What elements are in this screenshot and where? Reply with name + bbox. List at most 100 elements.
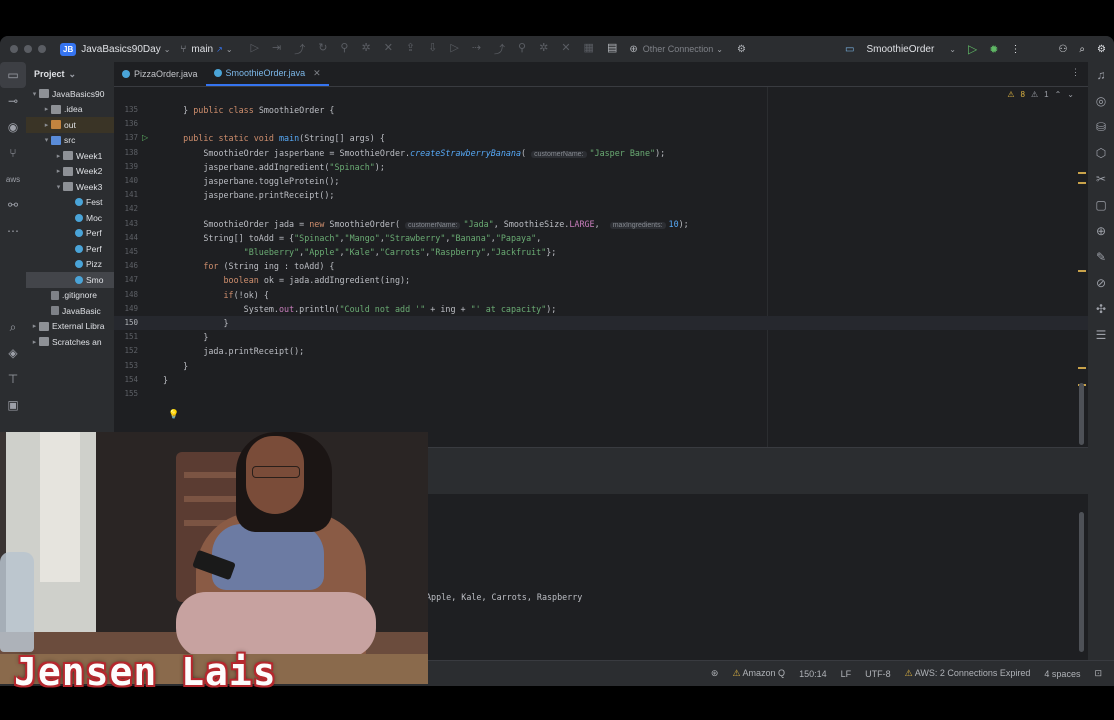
- code-line[interactable]: }: [163, 330, 208, 344]
- chevron-right-icon[interactable]: ▸: [30, 322, 39, 330]
- amazon-q-icon[interactable]: ◉: [0, 114, 26, 140]
- chevron-down-icon[interactable]: ⌄: [1067, 90, 1074, 99]
- warning-stripe[interactable]: [1078, 270, 1086, 272]
- tree-item[interactable]: JavaBasic: [26, 303, 114, 319]
- line-number[interactable]: 151: [114, 332, 138, 341]
- line-number[interactable]: 140: [114, 176, 138, 185]
- chevron-right-icon[interactable]: ▸: [54, 167, 63, 175]
- user-icon[interactable]: ⚇: [1058, 44, 1067, 55]
- line-number[interactable]: 139: [114, 162, 138, 171]
- line-number[interactable]: 148: [114, 290, 138, 299]
- download-icon[interactable]: ⇩: [428, 41, 437, 57]
- lock-icon[interactable]: ⊡: [1094, 668, 1102, 679]
- pen-icon[interactable]: ✎: [1088, 244, 1114, 270]
- merge-icon[interactable]: ⤴: [494, 41, 505, 57]
- code-line[interactable]: for (String ing : toAdd) {: [163, 259, 334, 273]
- chevron-right-icon[interactable]: ▸: [54, 152, 63, 160]
- run-button[interactable]: ▷: [968, 42, 977, 56]
- tree-item[interactable]: Perf: [26, 241, 114, 257]
- step-icon[interactable]: ⇥: [272, 41, 281, 57]
- structure-icon[interactable]: ⚯: [0, 192, 26, 218]
- tree-item[interactable]: ▸ out: [26, 117, 114, 133]
- notifications-icon[interactable]: ♫: [1088, 62, 1114, 88]
- tree-item[interactable]: ▸ External Libra: [26, 319, 114, 335]
- tree-item[interactable]: ▸ Scratches an: [26, 334, 114, 350]
- more-actions-icon[interactable]: ⋮: [1010, 44, 1020, 55]
- line-number[interactable]: 154: [114, 375, 138, 384]
- code-line[interactable]: SmoothieOrder jada = new SmoothieOrder( …: [163, 217, 689, 231]
- code-line[interactable]: }: [163, 316, 229, 330]
- branch-dropdown[interactable]: main: [191, 44, 213, 55]
- minimize-window-button[interactable]: [24, 45, 32, 53]
- file-encoding[interactable]: UTF-8: [865, 669, 891, 679]
- code-line[interactable]: }: [163, 373, 168, 387]
- build-icon[interactable]: ⊤: [0, 366, 26, 392]
- pin-icon[interactable]: ⚲: [340, 41, 348, 57]
- line-number[interactable]: 153: [114, 361, 138, 370]
- tree-item[interactable]: Smo: [26, 272, 114, 288]
- play-icon[interactable]: ▷: [251, 41, 259, 57]
- ai-assistant-icon[interactable]: ◎: [1088, 88, 1114, 114]
- run-config-dropdown[interactable]: SmoothieOrder: [866, 44, 934, 55]
- chevron-up-icon[interactable]: ⌃: [1055, 90, 1062, 99]
- code-line[interactable]: jasperbane.printReceipt();: [163, 188, 334, 202]
- tree-item[interactable]: Pizz: [26, 257, 114, 273]
- code-line[interactable]: System.out.println("Could not add '" + i…: [163, 302, 557, 316]
- endpoint-icon[interactable]: ⊘: [1088, 270, 1114, 296]
- project-name-dropdown[interactable]: JavaBasics90Day: [81, 44, 160, 55]
- project-badge[interactable]: JB: [60, 42, 77, 56]
- settings-icon[interactable]: ⚙: [1097, 44, 1106, 55]
- close-tab-icon[interactable]: ✕: [313, 68, 321, 79]
- more-tools-icon[interactable]: ⋯: [0, 218, 26, 244]
- gear-icon[interactable]: ⚙: [737, 44, 746, 55]
- search-everywhere-icon[interactable]: ⌕: [0, 314, 26, 340]
- line-number[interactable]: 152: [114, 346, 138, 355]
- code-editor[interactable]: ⚠ 8 ⚠ 1 ⌃ ⌄ public class SmoothieOrder {…: [114, 87, 1088, 447]
- tree-item[interactable]: ▾ Week3: [26, 179, 114, 195]
- chevron-right-icon[interactable]: ▸: [42, 105, 51, 113]
- chevron-right-icon[interactable]: ▸: [30, 338, 39, 346]
- tab-pizzaorder[interactable]: PizzaOrder.java: [114, 62, 206, 86]
- line-number[interactable]: 135: [114, 105, 138, 114]
- line-separator[interactable]: LF: [841, 669, 852, 679]
- tree-item[interactable]: Fest: [26, 195, 114, 211]
- code-line[interactable]: String[] toAdd = {"Spinach","Mango","Str…: [163, 231, 541, 245]
- layers-icon[interactable]: ◈: [0, 340, 26, 366]
- line-number[interactable]: 144: [114, 233, 138, 242]
- commit-icon[interactable]: ⊸: [0, 88, 26, 114]
- tree-item[interactable]: ▸ Week1: [26, 148, 114, 164]
- console-scrollbar[interactable]: [1079, 512, 1084, 652]
- amazon-q-status-icon[interactable]: ⊛: [711, 668, 719, 679]
- code-line[interactable]: SmoothieOrder jasperbane = SmoothieOrder…: [163, 146, 665, 160]
- merge-icon[interactable]: ⤴: [294, 41, 305, 57]
- line-number[interactable]: 145: [114, 247, 138, 256]
- warning-stripe[interactable]: [1078, 172, 1086, 174]
- clipboard-icon[interactable]: ▤: [607, 41, 617, 57]
- pin-icon[interactable]: ⚲: [518, 41, 526, 57]
- code-line[interactable]: "Blueberry","Apple","Kale","Carrots","Ra…: [163, 245, 557, 259]
- amazon-q-status[interactable]: ⚠ Amazon Q: [732, 668, 785, 679]
- close-window-button[interactable]: [10, 45, 18, 53]
- refresh-icon[interactable]: ↻: [318, 41, 327, 57]
- window-controls[interactable]: [10, 45, 46, 53]
- aws-status[interactable]: ⚠ AWS: 2 Connections Expired: [905, 668, 1031, 679]
- tree-item[interactable]: .gitignore: [26, 288, 114, 304]
- project-folder-icon[interactable]: ▭: [0, 62, 26, 88]
- code-line[interactable]: }: [163, 359, 188, 373]
- line-number[interactable]: 146: [114, 261, 138, 270]
- connection-dropdown[interactable]: Other Connection: [643, 44, 714, 54]
- terminal-icon[interactable]: ▣: [0, 392, 26, 418]
- globe-icon[interactable]: ⊕: [1088, 218, 1114, 244]
- chevron-down-icon[interactable]: ▾: [54, 183, 63, 191]
- settings-small-icon[interactable]: ✲: [539, 41, 548, 57]
- close-icon[interactable]: ✕: [384, 41, 393, 57]
- tree-item[interactable]: ▸ .idea: [26, 102, 114, 118]
- debug-button[interactable]: ✹: [989, 43, 998, 56]
- warning-stripe[interactable]: [1078, 182, 1086, 184]
- database-icon[interactable]: ⛁: [1088, 114, 1114, 140]
- step-over-icon[interactable]: ⇢: [472, 41, 481, 57]
- upload-icon[interactable]: ⇪: [406, 41, 415, 57]
- chevron-down-icon[interactable]: ▾: [42, 136, 51, 144]
- close-icon[interactable]: ✕: [561, 41, 570, 57]
- run-gutter-icon[interactable]: ▷: [142, 133, 148, 142]
